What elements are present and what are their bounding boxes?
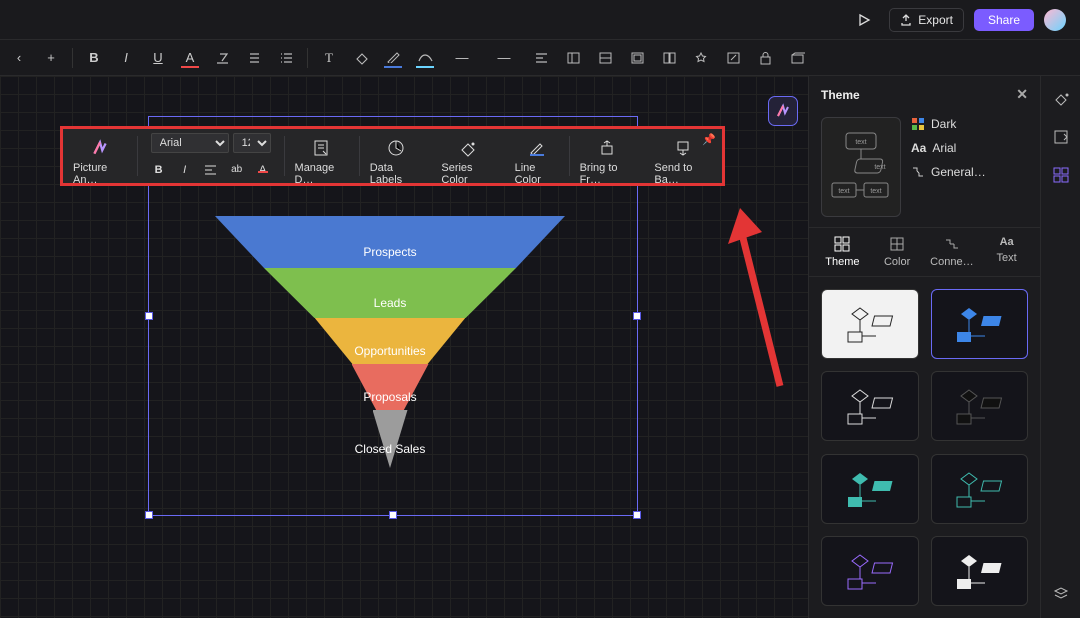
canvas[interactable]: Prospects Leads Opportunities Proposals … [0, 76, 808, 618]
rail-layers-icon[interactable] [1050, 582, 1072, 604]
tab-connector[interactable]: Conne… [927, 236, 977, 268]
close-panel-button[interactable]: ✕ [1016, 86, 1028, 103]
theme-panel: Theme ✕ text text text text Dark Aa Aria… [808, 76, 1040, 618]
share-button[interactable]: Share [974, 9, 1034, 31]
list-button[interactable] [271, 45, 301, 71]
theme-thumb[interactable] [931, 536, 1029, 606]
tab-color[interactable]: Color [872, 236, 922, 268]
theme-thumb[interactable] [931, 289, 1029, 359]
text-tool-button[interactable]: T [314, 45, 344, 71]
theme-thumb[interactable] [821, 371, 919, 441]
line-style-1-button[interactable]: — [442, 45, 482, 71]
annotation-arrow [720, 196, 800, 396]
panel-title: Theme [821, 88, 860, 102]
theme-thumb[interactable] [821, 454, 919, 524]
export-label: Export [918, 13, 953, 27]
chevron-left-icon[interactable]: ‹ [4, 45, 34, 71]
layout-1-button[interactable] [558, 45, 588, 71]
align-menu-button[interactable] [526, 45, 556, 71]
add-button[interactable]: + [36, 45, 66, 71]
layout-3-button[interactable] [622, 45, 652, 71]
svg-text:text: text [874, 164, 885, 171]
edit-button[interactable] [718, 45, 748, 71]
italic-button[interactable]: I [111, 45, 141, 71]
resize-handle[interactable] [633, 312, 641, 320]
ctx-bold-button[interactable]: B [148, 164, 170, 176]
font-color-button[interactable]: A [175, 45, 205, 71]
resize-handle[interactable] [145, 312, 153, 320]
export-button[interactable]: Export [889, 8, 964, 32]
bold-button[interactable]: B [79, 45, 109, 71]
theme-preview-thumb[interactable]: text text text text [821, 117, 901, 217]
theme-thumb[interactable] [821, 536, 919, 606]
brush-button[interactable] [378, 45, 408, 71]
svg-text:text: text [838, 188, 849, 195]
series-color-button[interactable]: Series Color [431, 129, 504, 183]
font-family-select[interactable]: Arial [151, 133, 229, 153]
svg-text:text: text [870, 188, 881, 195]
underline-button[interactable]: U [143, 45, 173, 71]
container-button[interactable] [782, 45, 812, 71]
layout-row[interactable]: General… [911, 165, 986, 179]
svg-text:text: text [855, 139, 866, 146]
font-row[interactable]: Aa Arial [911, 141, 986, 155]
tab-theme[interactable]: Theme [817, 236, 867, 268]
theme-thumb[interactable] [821, 289, 919, 359]
palette-icon [911, 117, 925, 131]
chart-context-toolbar: 📌 Picture An… Arial 12 B I ab A Manage D… [60, 126, 725, 186]
rail-fill-icon[interactable] [1050, 88, 1072, 110]
font-size-select[interactable]: 12 [233, 133, 271, 153]
ctx-font-color-button[interactable]: A [252, 164, 274, 176]
theme-thumb[interactable] [931, 371, 1029, 441]
line-color-button[interactable]: Line Color [505, 129, 569, 183]
layout-2-button[interactable] [590, 45, 620, 71]
fill-button[interactable] [346, 45, 376, 71]
present-button[interactable] [849, 8, 879, 32]
ctx-italic-button[interactable]: I [174, 164, 196, 176]
lock-button[interactable] [750, 45, 780, 71]
avatar[interactable] [1044, 9, 1066, 31]
line-spacing-button[interactable] [239, 45, 269, 71]
picture-annotate-button[interactable]: Picture An… [63, 129, 137, 183]
scheme-row[interactable]: Dark [911, 117, 986, 131]
theme-thumb[interactable] [931, 454, 1029, 524]
font-icon: Aa [911, 141, 926, 155]
resize-handle[interactable] [633, 511, 641, 519]
resize-handle[interactable] [145, 511, 153, 519]
effects-button[interactable] [686, 45, 716, 71]
clear-format-button[interactable] [207, 45, 237, 71]
ctx-text-case-button[interactable]: ab [226, 164, 248, 175]
line-style-2-button[interactable]: — [484, 45, 524, 71]
manage-data-button[interactable]: Manage D… [285, 129, 359, 183]
data-labels-button[interactable]: Data Labels [360, 129, 432, 183]
layout-4-button[interactable] [654, 45, 684, 71]
ai-assistant-button[interactable] [768, 96, 798, 126]
connector-icon [911, 165, 925, 179]
connector-button[interactable] [410, 45, 440, 71]
tab-text[interactable]: Aa Text [982, 236, 1032, 268]
ctx-align-button[interactable] [200, 164, 222, 176]
rail-export-icon[interactable] [1050, 126, 1072, 148]
right-rail [1040, 76, 1080, 618]
pin-icon[interactable]: 📌 [702, 133, 716, 146]
resize-handle[interactable] [389, 511, 397, 519]
bring-to-front-button[interactable]: Bring to Fr… [570, 129, 645, 183]
rail-theme-icon[interactable] [1050, 164, 1072, 186]
